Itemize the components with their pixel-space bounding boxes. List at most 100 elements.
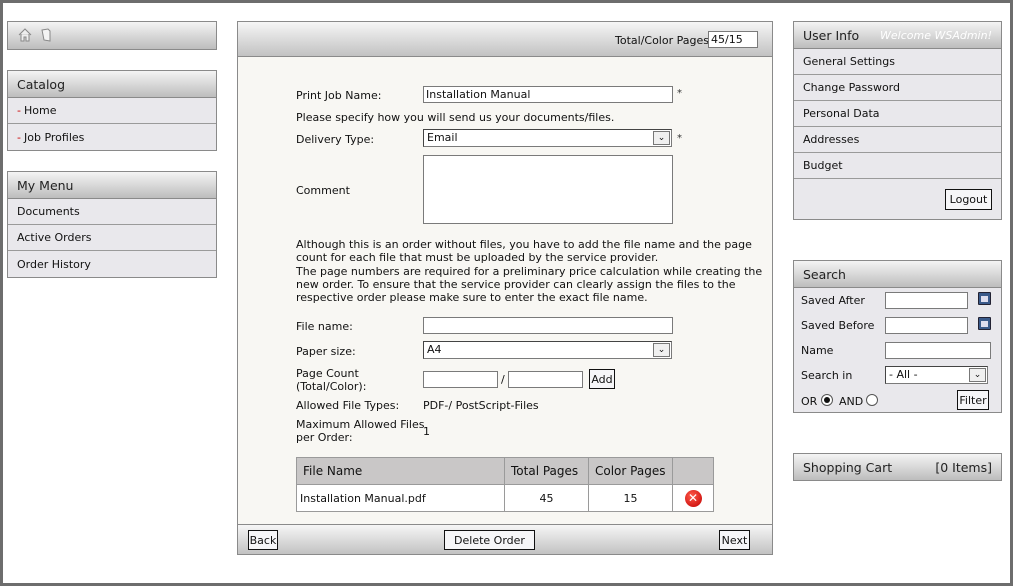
delivery-type-label: Delivery Type: (296, 133, 375, 146)
document-icon[interactable] (41, 28, 51, 42)
or-radio[interactable] (821, 394, 833, 406)
info-line: respective order please make sure to ent… (296, 291, 648, 305)
back-button[interactable]: Back (248, 530, 278, 550)
and-label: AND (839, 395, 864, 408)
add-button[interactable]: Add (589, 369, 615, 389)
name-input[interactable] (885, 342, 991, 359)
saved-after-label: Saved After (801, 294, 865, 307)
saved-after-input[interactable] (885, 292, 968, 309)
order-header: Total/Color Pages: 45/15 (238, 22, 772, 57)
user-info-header: User Info Welcome WSAdmin! (794, 22, 1001, 49)
page-count-sublabel: (Total/Color): (296, 380, 367, 393)
home-icon[interactable] (18, 28, 32, 42)
allowed-types-value: PDF-/ PostScript-Files (423, 399, 539, 412)
user-item-change-password[interactable]: Change Password (794, 75, 1001, 101)
my-menu-panel: My Menu Documents Active Orders Order Hi… (7, 171, 217, 278)
col-total-pages: Total Pages (504, 457, 589, 485)
item-label: Home (23, 104, 57, 117)
chevron-down-icon: ⌄ (653, 343, 670, 357)
info-line: The page numbers are required for a prel… (296, 264, 763, 278)
required-marker: * (677, 88, 682, 99)
paper-size-label: Paper size: (296, 345, 356, 358)
col-file-name: File Name (296, 457, 505, 485)
user-info-panel: User Info Welcome WSAdmin! General Setti… (793, 21, 1002, 220)
user-item-personal-data[interactable]: Personal Data (794, 101, 1001, 127)
table-header: File Name Total Pages Color Pages (296, 457, 714, 485)
saved-before-input[interactable] (885, 317, 968, 334)
chevron-down-icon: ⌄ (653, 131, 670, 145)
next-button[interactable]: Next (719, 530, 750, 550)
search-panel: Search Saved After Saved Before Name Sea… (793, 260, 1002, 413)
total-color-pages-field[interactable]: 45/15 (708, 31, 758, 48)
table-row: Installation Manual.pdf 45 15 ✕ (296, 484, 714, 512)
info-line: Although this is an order without files,… (296, 238, 752, 251)
info-paragraph: Although this is an order without files,… (296, 238, 762, 304)
name-label: Name (801, 344, 834, 357)
cell-color-pages: 15 (588, 484, 673, 512)
specify-text: Please specify how you will send us your… (296, 111, 615, 124)
bullet: - (17, 104, 21, 117)
delete-order-button[interactable]: Delete Order (444, 530, 535, 550)
catalog-item-job-profiles[interactable]: - Job Profiles (8, 124, 216, 150)
menu-item-documents[interactable]: Documents (8, 199, 216, 225)
shopping-cart-panel[interactable]: Shopping Cart [0 Items] (793, 453, 1002, 481)
file-name-input[interactable] (423, 317, 673, 334)
col-color-pages: Color Pages (588, 457, 673, 485)
file-name-label: File name: (296, 320, 353, 333)
calendar-icon[interactable] (978, 317, 991, 330)
delete-icon[interactable]: ✕ (684, 489, 702, 507)
quick-toolbar (7, 21, 217, 50)
comment-label: Comment (296, 184, 350, 197)
allowed-types-label: Allowed File Types: (296, 399, 400, 412)
cell-total-pages: 45 (504, 484, 589, 512)
color-pages-input[interactable] (508, 371, 583, 388)
item-label: Job Profiles (23, 130, 85, 144)
page-count-label: Page Count (296, 367, 359, 380)
chevron-down-icon: ⌄ (969, 368, 986, 382)
info-line: count for each file that must be uploade… (296, 251, 659, 265)
delivery-type-select[interactable]: Email ⌄ (423, 129, 672, 147)
cart-count: [0 Items] (935, 459, 992, 475)
required-marker: * (677, 133, 682, 144)
menu-item-order-history[interactable]: Order History (8, 251, 216, 277)
saved-before-label: Saved Before (801, 319, 875, 332)
bullet: - (17, 130, 21, 144)
calendar-icon[interactable] (978, 292, 991, 305)
filter-button[interactable]: Filter (957, 390, 989, 410)
search-in-select[interactable]: - All - ⌄ (885, 366, 988, 384)
catalog-item-home[interactable]: - Home (8, 98, 216, 124)
catalog-panel: Catalog - Home - Job Profiles (7, 70, 217, 151)
or-label: OR (801, 395, 818, 408)
max-files-value: 1 (423, 425, 430, 438)
info-line: new order. To ensure that the service pr… (296, 277, 736, 291)
cart-title: Shopping Cart (803, 459, 893, 475)
search-in-label: Search in (801, 369, 853, 382)
user-item-addresses[interactable]: Addresses (794, 127, 1001, 153)
user-item-budget[interactable]: Budget (794, 153, 1001, 179)
catalog-title: Catalog (8, 71, 216, 98)
logout-button[interactable]: Logout (945, 189, 992, 210)
paper-size-select[interactable]: A4 ⌄ (423, 341, 672, 359)
selected-value: Email (427, 131, 458, 144)
and-radio[interactable] (866, 394, 878, 406)
search-title: Search (794, 261, 1001, 288)
print-job-label: Print Job Name: (296, 89, 382, 102)
shopping-cart-header: Shopping Cart [0 Items] (794, 454, 1001, 480)
cell-file-name: Installation Manual.pdf (296, 484, 505, 512)
comment-textarea[interactable] (423, 155, 673, 224)
max-files-sublabel: per Order: (296, 431, 353, 444)
menu-item-active-orders[interactable]: Active Orders (8, 225, 216, 251)
col-actions (672, 457, 714, 485)
welcome-text: Welcome WSAdmin! (880, 28, 992, 42)
total-pages-input[interactable] (423, 371, 498, 388)
delete-row-cell: ✕ (672, 484, 714, 512)
my-menu-title: My Menu (8, 172, 216, 199)
files-table: File Name Total Pages Color Pages Instal… (296, 457, 714, 512)
user-item-general-settings[interactable]: General Settings (794, 49, 1001, 75)
print-job-name-input[interactable]: Installation Manual (423, 86, 673, 103)
page-count-separator: / (501, 373, 505, 386)
max-files-label: Maximum Allowed Files (296, 418, 425, 431)
selected-value: A4 (427, 343, 442, 356)
user-info-title: User Info (803, 27, 860, 43)
selected-value: - All - (889, 368, 918, 381)
